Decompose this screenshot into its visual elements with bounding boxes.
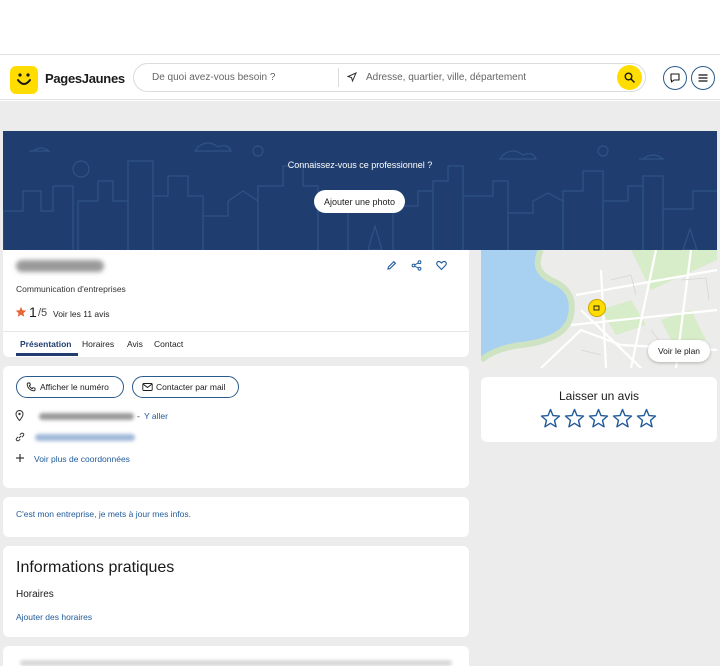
edit-pencil-icon[interactable] — [386, 260, 397, 271]
business-card: Communication d'entreprises 1 /5 Voir le… — [3, 250, 469, 357]
tabs-divider — [3, 331, 469, 332]
reviews-link[interactable]: Voir les 11 avis — [53, 309, 110, 319]
next-section-card — [3, 646, 469, 666]
hours-heading: Horaires — [16, 589, 54, 600]
business-location-marker[interactable] — [588, 299, 606, 317]
pagesjaunes-logo-icon[interactable] — [10, 66, 38, 94]
more-contact-info-link[interactable]: Voir plus de coordonnées — [34, 454, 130, 464]
location-arrow-icon — [347, 72, 357, 82]
add-hours-link[interactable]: Ajouter des horaires — [16, 612, 92, 622]
rating-max: /5 — [38, 307, 48, 319]
rating-star-icon — [15, 306, 27, 317]
contact-mail-button[interactable]: Contacter par mail — [132, 376, 239, 398]
next-section-blurred — [20, 660, 452, 666]
photo-banner: Connaissez-vous ce professionnel ? Ajout… — [3, 131, 717, 250]
star-outline-icon[interactable] — [564, 408, 585, 429]
tab-avis[interactable]: Avis — [127, 339, 143, 349]
tab-presentation[interactable]: Présentation — [20, 339, 72, 349]
directions-separator: - — [137, 411, 140, 421]
star-outline-icon[interactable] — [540, 408, 561, 429]
star-outline-icon[interactable] — [612, 408, 633, 429]
business-category: Communication d'entreprises — [16, 284, 126, 294]
search-what-input[interactable] — [134, 64, 338, 91]
website-blurred[interactable] — [35, 434, 135, 441]
show-phone-label: Afficher le numéro — [40, 382, 109, 392]
map-pin-icon — [15, 410, 24, 421]
view-map-button[interactable]: Voir le plan — [648, 340, 710, 362]
heart-favorite-icon[interactable] — [436, 260, 447, 271]
envelope-icon — [142, 383, 153, 391]
star-outline-icon[interactable] — [588, 408, 609, 429]
contact-mail-label: Contacter par mail — [156, 382, 226, 392]
leave-review-card: Laisser un avis — [481, 377, 717, 442]
show-phone-button[interactable]: Afficher le numéro — [16, 376, 124, 398]
tab-horaires[interactable]: Horaires — [82, 339, 114, 349]
location-map[interactable]: Voir le plan — [481, 250, 717, 368]
menu-button[interactable] — [691, 66, 715, 90]
plus-icon — [16, 454, 24, 462]
search-divider — [338, 68, 339, 87]
address-blurred — [39, 413, 134, 420]
practical-info-title: Informations pratiques — [16, 559, 175, 576]
claim-business-link[interactable]: C'est mon entreprise, je mets à jour mes… — [16, 509, 191, 519]
link-chain-icon — [15, 432, 25, 442]
tab-contact[interactable]: Contact — [154, 339, 183, 349]
practical-info-card: Informations pratiques Horaires Ajouter … — [3, 546, 469, 637]
phone-icon — [26, 382, 36, 392]
business-name-blurred — [16, 260, 104, 272]
banner-question: Connaissez-vous ce professionnel ? — [287, 160, 433, 170]
share-icon[interactable] — [411, 260, 422, 271]
leave-review-title: Laisser un avis — [558, 389, 640, 403]
directions-link[interactable]: Y aller — [144, 411, 168, 421]
contact-card: Afficher le numéro Contacter par mail - … — [3, 366, 469, 488]
review-star-rating — [540, 408, 660, 430]
rating-value: 1 — [29, 304, 37, 320]
hamburger-icon — [698, 74, 708, 82]
add-photo-button[interactable]: Ajouter une photo — [314, 190, 405, 213]
search-where-input[interactable] — [362, 64, 612, 91]
search-bar — [133, 63, 646, 92]
brand-wordmark[interactable]: PagesJaunes — [45, 71, 125, 86]
claim-business-card: C'est mon entreprise, je mets à jour mes… — [3, 497, 469, 537]
chat-bubble-icon — [670, 73, 680, 83]
site-header: PagesJaunes — [0, 54, 720, 100]
search-button[interactable] — [617, 65, 642, 90]
star-outline-icon[interactable] — [636, 408, 657, 429]
search-icon — [624, 72, 635, 83]
messages-button[interactable] — [663, 66, 687, 90]
active-tab-indicator — [16, 353, 78, 356]
shop-icon — [593, 305, 600, 311]
